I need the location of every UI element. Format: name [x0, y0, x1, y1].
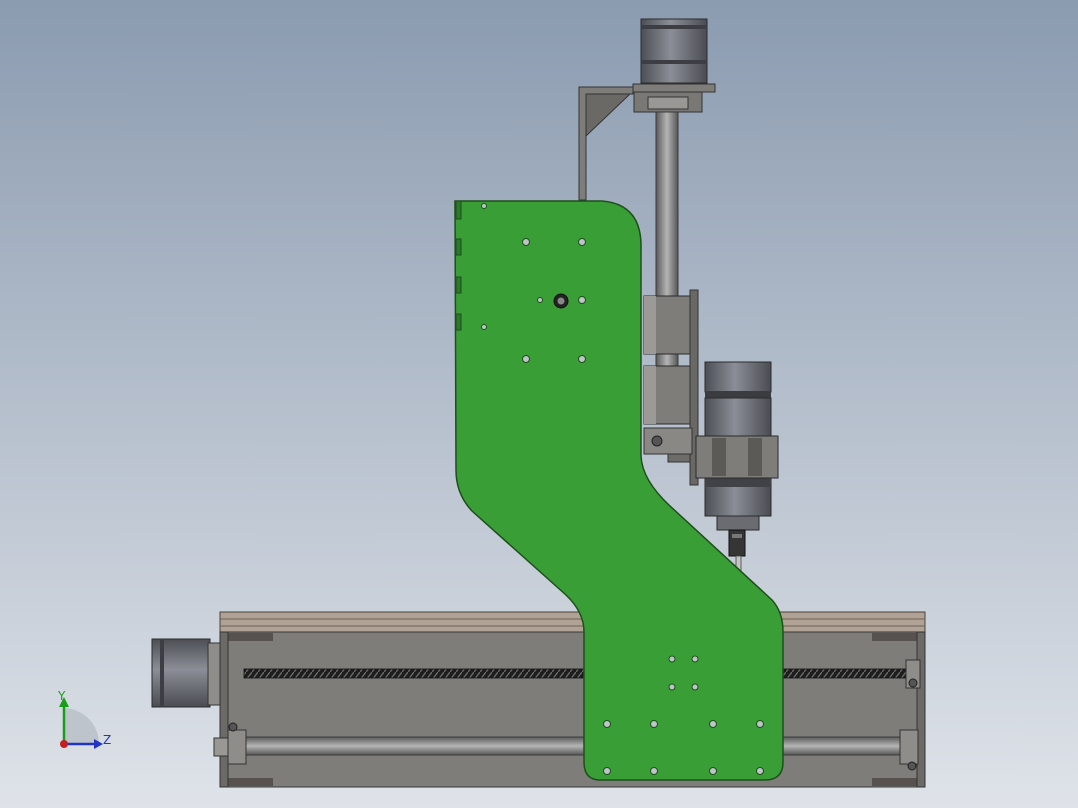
- triad-z-label: Z: [103, 733, 111, 747]
- rod-support-right: [899, 729, 919, 765]
- spindle-cap: [704, 361, 772, 393]
- x-lead-screw: [243, 668, 913, 679]
- x-axis-point: [60, 740, 68, 748]
- motor-mount-flange: [632, 83, 716, 93]
- base-frame-top-board: [219, 611, 926, 633]
- bearing-block-bottom: [643, 427, 693, 455]
- x-guide-rod: [231, 736, 913, 756]
- triad-y-label: Y: [57, 689, 66, 703]
- spindle-collet: [728, 529, 746, 557]
- x-axis-base[interactable]: [151, 611, 926, 788]
- cad-model-view[interactable]: Y Z: [0, 0, 1078, 808]
- x-motor-flange: [207, 642, 222, 706]
- spindle-nose: [716, 515, 760, 531]
- plate-center-bolt: [553, 293, 569, 309]
- rod-support-left: [227, 729, 247, 765]
- base-frame-side-panel: [219, 631, 926, 788]
- spindle-clamp: [695, 435, 779, 479]
- cad-viewport[interactable]: Y Z: [0, 0, 1078, 808]
- left-end-plate: [219, 631, 229, 788]
